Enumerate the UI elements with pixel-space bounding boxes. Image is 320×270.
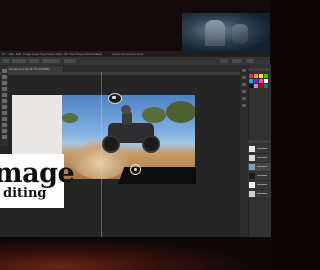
layer-row[interactable] — [248, 154, 270, 163]
layer-row[interactable] — [248, 172, 270, 181]
tree — [166, 101, 195, 123]
libraries-icon[interactable] — [242, 90, 246, 93]
color-swatch[interactable] — [259, 74, 263, 78]
gradient-tool-icon[interactable] — [2, 123, 7, 127]
circle-inner — [112, 96, 116, 99]
swatches-header[interactable] — [248, 68, 270, 71]
layer-row[interactable] — [248, 145, 270, 154]
layer-row[interactable] — [248, 181, 270, 190]
adjustments-icon[interactable] — [242, 76, 246, 79]
eyedropper-tool-icon[interactable] — [2, 99, 7, 103]
rider-helmet — [121, 105, 131, 114]
atv-photo — [62, 95, 195, 179]
option-field[interactable] — [42, 59, 60, 63]
layer-thumbnail — [249, 173, 255, 179]
heading-line-1: mage — [0, 158, 75, 189]
select-tool-icon[interactable] — [2, 87, 7, 91]
option-field[interactable] — [64, 59, 76, 63]
layer-name — [257, 193, 267, 194]
history-icon[interactable] — [242, 69, 246, 72]
layer-thumbnail — [249, 191, 255, 197]
color-swatch[interactable] — [259, 79, 263, 83]
target-center — [134, 168, 137, 171]
atv-wheel — [102, 135, 120, 153]
layer-thumbnail — [249, 164, 255, 170]
color-swatch[interactable] — [254, 74, 258, 78]
layer-thumbnail — [249, 155, 255, 161]
dust-cloud — [70, 139, 130, 179]
color-swatch[interactable] — [249, 79, 253, 83]
backdrop-bottom — [0, 237, 270, 270]
properties-icon[interactable] — [242, 83, 246, 86]
tool-preset-button[interactable] — [3, 59, 9, 63]
thumbnail-figure — [205, 20, 225, 46]
layer-name — [257, 157, 267, 158]
marquee-tool-icon[interactable] — [2, 75, 7, 79]
atv-wheel — [142, 135, 160, 153]
layer-row-selected[interactable] — [248, 163, 270, 172]
hand-tool-icon[interactable] — [2, 135, 7, 139]
option-field[interactable] — [29, 59, 39, 63]
guide-line[interactable] — [101, 72, 102, 237]
heading-line-2: diting — [3, 186, 47, 201]
lasso-tool-icon[interactable] — [2, 81, 7, 85]
layer-name — [257, 166, 267, 167]
move-tool-icon[interactable] — [2, 69, 7, 73]
layer-thumbnail — [249, 146, 255, 152]
color-swatch[interactable] — [249, 74, 253, 78]
layer-name — [257, 148, 267, 149]
tools-panel — [1, 66, 8, 146]
brush-tool-icon[interactable] — [2, 105, 7, 109]
layer-name — [257, 175, 267, 176]
video-thumbnail — [182, 13, 270, 51]
workspace-button[interactable] — [232, 59, 242, 63]
search-icon[interactable] — [220, 59, 228, 63]
thumbnail-figure — [232, 24, 248, 44]
color-swatch[interactable] — [264, 74, 268, 78]
paragraph-icon[interactable] — [242, 104, 246, 107]
document-tab-bar: Title Design.psd @ 66.7% (RGB/8) — [0, 65, 240, 72]
crop-tool-icon[interactable] — [2, 93, 7, 97]
share-button[interactable] — [246, 59, 254, 63]
color-swatch[interactable] — [264, 84, 268, 88]
color-swatch[interactable] — [254, 79, 258, 83]
color-swatch[interactable] — [259, 84, 263, 88]
character-icon[interactable] — [242, 97, 246, 100]
color-swatch[interactable] — [249, 84, 253, 88]
color-swatch[interactable] — [264, 79, 268, 83]
option-field[interactable] — [12, 59, 26, 63]
tree — [62, 113, 78, 123]
type-tool-icon[interactable] — [2, 129, 7, 133]
layers-header[interactable] — [248, 140, 270, 143]
layer-name — [257, 184, 267, 185]
eraser-tool-icon[interactable] — [2, 117, 7, 121]
color-swatch[interactable] — [254, 84, 258, 88]
tree — [142, 107, 166, 123]
title-card: mage diting — [0, 154, 75, 208]
stamp-tool-icon[interactable] — [2, 111, 7, 115]
layer-thumbnail — [249, 182, 255, 188]
layer-row[interactable] — [248, 190, 270, 199]
